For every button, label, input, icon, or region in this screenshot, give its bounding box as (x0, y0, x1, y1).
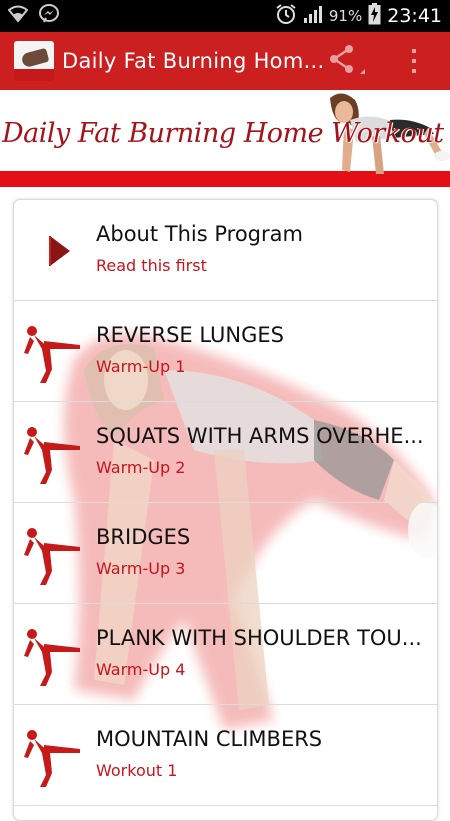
messenger-icon (38, 3, 60, 29)
exercise-figure-icon (22, 420, 84, 486)
list-item-subtitle: Warm-Up 4 (96, 660, 186, 679)
list-item-title: SQUATS WITH ARMS OVERHE... (96, 424, 424, 448)
program-list[interactable]: About This Program Read this first REVER… (13, 199, 438, 821)
alarm-icon (275, 3, 297, 29)
share-button[interactable] (327, 44, 367, 78)
list-item-subtitle: Warm-Up 2 (96, 458, 186, 477)
list-item-subtitle: Warm-Up 1 (96, 357, 186, 376)
list-item-title: REVERSE LUNGES (96, 323, 284, 347)
exercise-figure-icon (22, 521, 84, 587)
list-item[interactable]: MOUNTAIN CLIMBERS Workout 1 (14, 705, 437, 806)
status-bar: 91% 23:41 (0, 0, 450, 32)
exercise-figure-icon (22, 622, 84, 688)
list-item[interactable]: About This Program Read this first (14, 200, 437, 301)
list-item-subtitle: Warm-Up 3 (96, 559, 186, 578)
list-item-subtitle: Read this first (96, 256, 207, 275)
clock: 23:41 (387, 5, 442, 27)
header-banner: Daily Fat Burning Home Workout (0, 90, 450, 187)
exercise-figure-icon (22, 319, 84, 385)
overflow-menu-icon (400, 49, 428, 82)
app-title: Daily Fat Burning Hom... (62, 49, 325, 73)
list-item[interactable]: PLANK WITH SHOULDER TOU... Warm-Up 4 (14, 604, 437, 705)
exercise-figure-icon (22, 723, 84, 789)
list-item-title: About This Program (96, 222, 303, 246)
list-item-subtitle: Workout 1 (96, 761, 178, 780)
battery-charging-icon (368, 3, 381, 29)
wifi-icon (7, 5, 29, 27)
share-icon (327, 45, 367, 82)
action-bar: Daily Fat Burning Hom... (0, 32, 450, 90)
signal-icon (303, 4, 323, 28)
list-item[interactable]: BRIDGES Warm-Up 3 (14, 503, 437, 604)
list-item[interactable]: REVERSE LUNGES Warm-Up 1 (14, 301, 437, 402)
battery-percent: 91% (328, 7, 363, 25)
list-item[interactable]: SQUATS WITH ARMS OVERHE... Warm-Up 2 (14, 402, 437, 503)
list-item-title: PLANK WITH SHOULDER TOU... (96, 626, 422, 650)
list-item-title: MOUNTAIN CLIMBERS (96, 727, 323, 751)
banner-title: Daily Fat Burning Home Workout (2, 118, 444, 149)
play-arrow-icon (22, 218, 84, 284)
app-icon[interactable] (14, 41, 54, 81)
overflow-menu-button[interactable] (400, 44, 428, 78)
list-item-title: BRIDGES (96, 525, 191, 549)
